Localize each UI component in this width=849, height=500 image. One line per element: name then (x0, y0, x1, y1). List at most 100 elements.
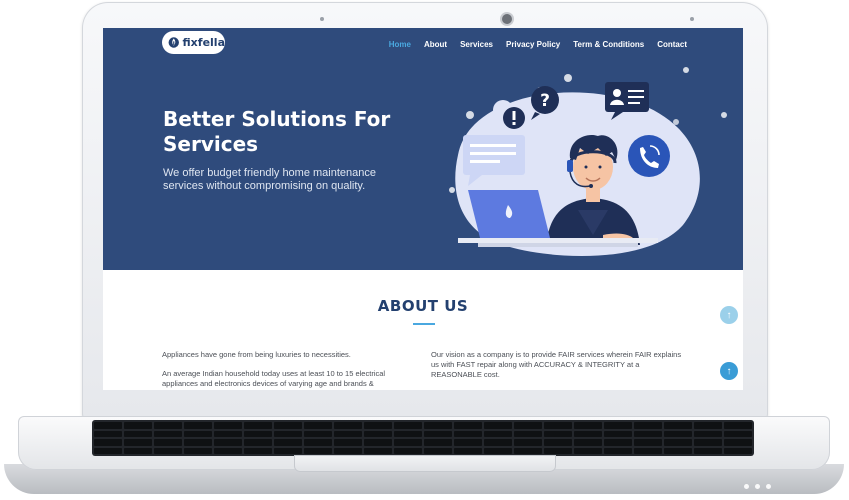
keyboard-key (604, 447, 632, 454)
keyboard-key (154, 430, 182, 437)
svg-text:?: ? (540, 91, 550, 111)
keyboard-key (514, 447, 542, 454)
keyboard-key (694, 447, 722, 454)
about-paragraph: Our vision as a company is to provide FA… (431, 350, 682, 379)
keyboard-key (364, 439, 392, 446)
keyboard-key (484, 430, 512, 437)
keyboard-key (634, 422, 662, 429)
support-agent-illustration: ? (449, 67, 727, 257)
hero-title: Better Solutions For Services (163, 107, 391, 156)
indicator-dot (744, 484, 749, 489)
hero-subtitle: We offer budget friendly home maintenanc… (163, 167, 377, 192)
about-paragraph: Appliances have gone from being luxuries… (162, 350, 351, 359)
sensor-dot (320, 17, 324, 21)
keyboard-key (424, 447, 452, 454)
keyboard-key (394, 447, 422, 454)
keyboard-key (214, 439, 242, 446)
keyboard-key (244, 439, 272, 446)
keyboard-key (274, 422, 302, 429)
keyboard-key (634, 447, 662, 454)
keyboard-key (304, 430, 332, 437)
keyboard-key (664, 422, 692, 429)
keyboard-key (214, 422, 242, 429)
navbar: fixfella Home About Services Privacy Pol… (103, 28, 743, 60)
keyboard-key (604, 430, 632, 437)
keyboard-key (304, 439, 332, 446)
nav-link-about[interactable]: About (424, 40, 447, 49)
keyboard-key (454, 430, 482, 437)
keyboard-key (244, 422, 272, 429)
keyboard-key (664, 439, 692, 446)
about-section: ABOUT US Appliances have gone from being… (103, 270, 743, 390)
phone-icon (628, 135, 670, 177)
scroll-top-button[interactable]: ↑ (720, 362, 738, 380)
keyboard-key (724, 447, 752, 454)
keyboard-key (424, 439, 452, 446)
keyboard-key (304, 422, 332, 429)
keyboard-key (334, 447, 362, 454)
keyboard-key (94, 422, 122, 429)
brand-name: fixfella (182, 36, 225, 49)
keyboard-key (574, 430, 602, 437)
keyboard-key (394, 422, 422, 429)
laptop-screen: fixfella Home About Services Privacy Pol… (103, 28, 743, 390)
keyboard-key (694, 430, 722, 437)
scroll-top-button[interactable]: ↑ (720, 306, 738, 324)
keyboard-key (184, 422, 212, 429)
keyboard-key (304, 447, 332, 454)
keyboard-key (184, 447, 212, 454)
keyboard-key (604, 422, 632, 429)
indicator-dot (755, 484, 760, 489)
nav-link-privacy-policy[interactable]: Privacy Policy (506, 40, 560, 49)
nav-link-services[interactable]: Services (460, 40, 493, 49)
keyboard-key (634, 430, 662, 437)
arrow-up-icon: ↑ (726, 365, 732, 377)
keyboard-key (514, 439, 542, 446)
keyboard-key (574, 439, 602, 446)
keyboard-key (724, 430, 752, 437)
nav-link-terms[interactable]: Term & Conditions (573, 40, 644, 49)
keyboard-key (484, 447, 512, 454)
flame-wrench-icon (168, 37, 179, 48)
keyboard-key (454, 422, 482, 429)
keyboard-key (244, 447, 272, 454)
keyboard-key (724, 422, 752, 429)
keyboard-key (364, 422, 392, 429)
keyboard-key (334, 439, 362, 446)
keyboard-key (544, 439, 572, 446)
trackpad (294, 455, 556, 472)
title-underline (413, 323, 435, 325)
keyboard-key (214, 447, 242, 454)
hero-section: Better Solutions For Services We offer b… (103, 60, 743, 270)
keyboard-key (214, 430, 242, 437)
keyboard-key (154, 439, 182, 446)
keyboard-key (634, 439, 662, 446)
keyboard-key (124, 439, 152, 446)
keyboard-key (604, 439, 632, 446)
about-paragraph: An average Indian household today uses a… (162, 369, 386, 388)
keyboard-key (454, 439, 482, 446)
keyboard-key (274, 430, 302, 437)
keyboard-key (664, 430, 692, 437)
keyboard-key (154, 447, 182, 454)
keyboard-key (394, 430, 422, 437)
webcam (502, 14, 512, 24)
keyboard-key (514, 430, 542, 437)
keyboard-key (94, 430, 122, 437)
keyboard-key (184, 430, 212, 437)
about-column-right: Our vision as a company is to provide FA… (431, 350, 686, 389)
about-title: ABOUT US (377, 297, 469, 315)
keyboard-key (94, 447, 122, 454)
laptop-base (0, 412, 849, 500)
indicator-dot (766, 484, 771, 489)
keyboard-key (664, 447, 692, 454)
keyboard-key (574, 447, 602, 454)
nav-menu: Home About Services Privacy Policy Term … (389, 28, 687, 60)
keyboard-key (124, 422, 152, 429)
nav-link-home[interactable]: Home (389, 40, 411, 49)
keyboard-key (124, 447, 152, 454)
keyboard-key (424, 430, 452, 437)
brand-logo[interactable]: fixfella (162, 31, 225, 54)
nav-link-contact[interactable]: Contact (657, 40, 687, 49)
keyboard-key (274, 447, 302, 454)
